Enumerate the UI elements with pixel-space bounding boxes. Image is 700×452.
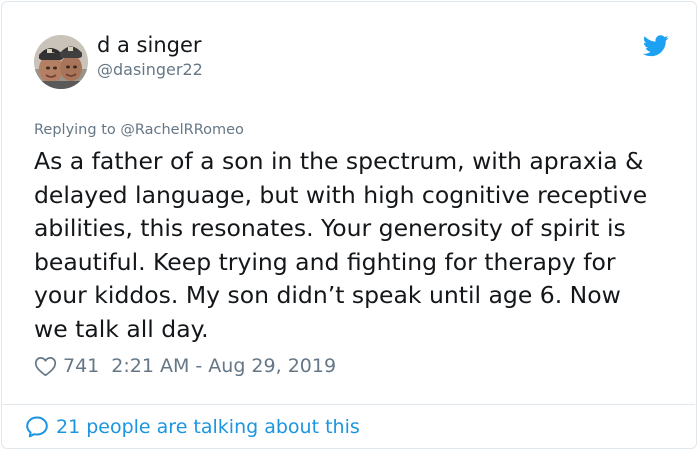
- user-handle[interactable]: @dasinger22: [97, 60, 203, 79]
- tweet-timestamp[interactable]: 2:21 AM - Aug 29, 2019: [111, 355, 336, 377]
- reply-mention-link[interactable]: @RachelRRomeo: [120, 122, 244, 138]
- tweet-text: As a father of a son in the spectrum, wi…: [34, 145, 684, 346]
- like-button[interactable]: 741: [34, 355, 99, 377]
- conversation-label: 21 people are talking about this: [56, 416, 360, 438]
- tweet-text-line: beautiful. Keep trying and fighting for …: [34, 247, 616, 276]
- tweet-text-line: we talk all day.: [34, 314, 209, 343]
- heart-outline-icon: [34, 356, 57, 376]
- conversation-link[interactable]: 21 people are talking about this: [25, 415, 360, 439]
- tweet-text-line: delayed language, but with high cognitiv…: [34, 180, 648, 209]
- tweet-text-line: As a father of a son in the spectrum, wi…: [34, 147, 644, 175]
- replying-to: Replying to @RachelRRomeo: [34, 122, 244, 138]
- user-display-name[interactable]: d a singer: [97, 33, 202, 57]
- embedded-tweet-card: d a singer @dasinger22 Replying to @Rach…: [1, 1, 697, 449]
- replying-to-label: Replying to: [34, 122, 121, 138]
- tweet-text-line: your kiddos. My son didn’t speak until a…: [34, 281, 621, 309]
- twitter-bird-icon[interactable]: [643, 35, 669, 57]
- tweet-text-line: abilities, this resonates. Your generosi…: [34, 214, 626, 242]
- avatar[interactable]: [34, 35, 88, 89]
- speech-bubble-icon: [26, 416, 48, 438]
- avatar-photo: [34, 35, 88, 89]
- divider: [3, 404, 695, 405]
- like-count: 741: [63, 355, 100, 377]
- tweet-meta: 741 2:21 AM - Aug 29, 2019: [34, 352, 336, 380]
